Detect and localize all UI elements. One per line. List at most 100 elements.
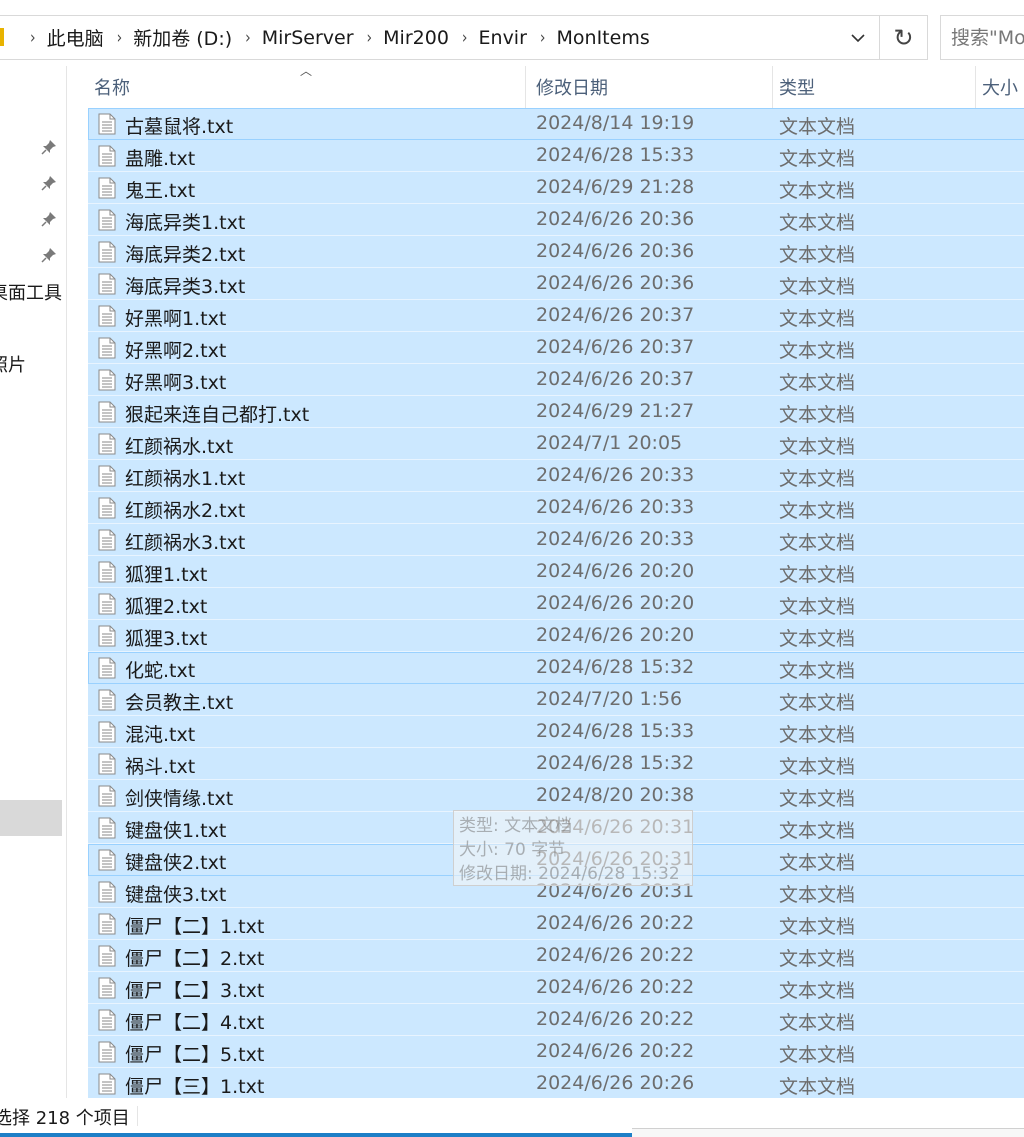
file-row[interactable]: 狐狸1.txt 2024/6/26 20:20 文本文档: [88, 556, 1024, 588]
file-row[interactable]: 鬼王.txt 2024/6/29 21:28 文本文档: [88, 172, 1024, 204]
pane-divider[interactable]: [66, 66, 67, 1098]
column-header-size-label: 大小: [982, 78, 1018, 99]
breadcrumb-chevron-icon[interactable]: ›: [367, 28, 373, 47]
file-type: 文本文档: [779, 244, 856, 266]
file-row[interactable]: 僵尸【二】1.txt 2024/6/26 20:22 文本文档: [88, 908, 1024, 940]
file-name: 僵尸【二】1.txt: [125, 916, 265, 938]
status-bar: 选择 218 个项目: [0, 1098, 1024, 1137]
text-file-icon: [98, 241, 116, 263]
file-row[interactable]: 海底异类1.txt 2024/6/26 20:36 文本文档: [88, 204, 1024, 236]
column-header-type[interactable]: 类型: [773, 66, 976, 108]
pin-icon[interactable]: [40, 210, 58, 228]
text-file-icon: [98, 113, 116, 135]
status-divider: [137, 1106, 138, 1126]
text-file-icon: [98, 657, 116, 679]
breadcrumb-item[interactable]: MonItems: [557, 27, 650, 49]
search-input[interactable]: [951, 26, 1024, 49]
file-name: 祸斗.txt: [125, 756, 196, 778]
file-name: 狐狸2.txt: [125, 596, 208, 618]
file-name: 僵尸【二】4.txt: [125, 1012, 265, 1034]
file-type: 文本文档: [779, 468, 856, 490]
file-row[interactable]: 僵尸【二】4.txt 2024/6/26 20:22 文本文档: [88, 1004, 1024, 1036]
taskbar-edge: [632, 1128, 1024, 1137]
file-row[interactable]: 红颜祸水1.txt 2024/6/26 20:33 文本文档: [88, 460, 1024, 492]
file-modified-date: 2024/6/26 20:37: [536, 368, 695, 390]
folder-icon: [0, 28, 4, 46]
file-row[interactable]: 僵尸【二】2.txt 2024/6/26 20:22 文本文档: [88, 940, 1024, 972]
breadcrumb-chevron-icon[interactable]: ›: [462, 28, 468, 47]
file-modified-date: 2024/6/26 20:22: [536, 1008, 695, 1030]
file-row[interactable]: 会员教主.txt 2024/7/20 1:56 文本文档: [88, 684, 1024, 716]
pin-icon[interactable]: [40, 174, 58, 192]
file-list-view: 名称 ︿ 修改日期 类型 大小 古墓鼠将.txt 2024/8/14 19:19 文…: [62, 66, 1024, 1098]
breadcrumb-chevron-icon[interactable]: ›: [30, 28, 36, 47]
file-modified-date: 2024/6/28 15:32: [536, 656, 695, 678]
file-row[interactable]: 僵尸【二】5.txt 2024/6/26 20:22 文本文档: [88, 1036, 1024, 1068]
file-row[interactable]: 红颜祸水.txt 2024/7/1 20:05 文本文档: [88, 428, 1024, 460]
file-row[interactable]: 化蛇.txt 2024/6/28 15:32 文本文档: [88, 652, 1024, 684]
file-type: 文本文档: [779, 820, 856, 842]
file-rows: 古墓鼠将.txt 2024/8/14 19:19 文本文档 蛊雕.txt 2024/6/…: [88, 108, 1024, 1098]
breadcrumb-chevron-icon[interactable]: ›: [117, 28, 123, 47]
file-row[interactable]: 海底异类3.txt 2024/6/26 20:36 文本文档: [88, 268, 1024, 300]
nav-item-photos[interactable]: 照片: [0, 351, 26, 377]
file-type: 文本文档: [779, 116, 856, 138]
file-row[interactable]: 混沌.txt 2024/6/28 15:33 文本文档: [88, 716, 1024, 748]
file-row[interactable]: 古墓鼠将.txt 2024/8/14 19:19 文本文档: [88, 108, 1024, 140]
refresh-button[interactable]: ↻: [880, 15, 928, 60]
column-header-date[interactable]: 修改日期: [530, 66, 773, 108]
text-file-icon: [98, 497, 116, 519]
address-bar[interactable]: › 此电脑 › 新加卷 (D:) › MirServer › Mir200 › Envir › Mon…: [0, 15, 880, 60]
nav-item-selected[interactable]: [0, 800, 62, 836]
chevron-down-icon[interactable]: [847, 27, 869, 49]
column-header-size[interactable]: 大小: [976, 66, 1024, 108]
nav-item-desktop-tools[interactable]: 桌面工具: [0, 279, 62, 305]
file-type: 文本文档: [779, 1012, 856, 1034]
file-row[interactable]: 红颜祸水2.txt 2024/6/26 20:33 文本文档: [88, 492, 1024, 524]
file-row[interactable]: 狐狸2.txt 2024/6/26 20:20 文本文档: [88, 588, 1024, 620]
file-row[interactable]: 键盘侠3.txt 2024/6/26 20:31 文本文档: [88, 876, 1024, 908]
file-name: 红颜祸水.txt: [125, 436, 234, 458]
text-file-icon: [98, 209, 116, 231]
file-row[interactable]: 僵尸【二】3.txt 2024/6/26 20:22 文本文档: [88, 972, 1024, 1004]
breadcrumb-item[interactable]: Mir200: [383, 27, 449, 49]
file-type: 文本文档: [779, 628, 856, 650]
breadcrumb-item[interactable]: MirServer: [262, 27, 354, 49]
file-name: 会员教主.txt: [125, 692, 234, 714]
file-modified-date: 2024/6/26 20:20: [536, 560, 695, 582]
file-type: 文本文档: [779, 756, 856, 778]
file-row[interactable]: 蛊雕.txt 2024/6/28 15:33 文本文档: [88, 140, 1024, 172]
file-name: 海底异类1.txt: [125, 212, 246, 234]
breadcrumb-item[interactable]: Envir: [479, 27, 527, 49]
file-row[interactable]: 僵尸【三】1.txt 2024/6/26 20:26 文本文档: [88, 1068, 1024, 1098]
file-name: 红颜祸水3.txt: [125, 532, 246, 554]
file-modified-date: 2024/6/28 15:32: [536, 752, 695, 774]
file-modified-date: 2024/6/26 20:36: [536, 208, 695, 230]
file-row[interactable]: 剑侠情缘.txt 2024/8/20 20:38 文本文档: [88, 780, 1024, 812]
text-file-icon: [98, 337, 116, 359]
navigation-pane: 桌面工具 照片: [0, 66, 62, 1096]
breadcrumb-item[interactable]: 此电脑: [47, 24, 104, 51]
file-row[interactable]: 狠起来连自己都打.txt 2024/6/29 21:27 文本文档: [88, 396, 1024, 428]
file-row[interactable]: 好黑啊1.txt 2024/6/26 20:37 文本文档: [88, 300, 1024, 332]
file-row[interactable]: 狐狸3.txt 2024/6/26 20:20 文本文档: [88, 620, 1024, 652]
file-row[interactable]: 红颜祸水3.txt 2024/6/26 20:33 文本文档: [88, 524, 1024, 556]
file-row[interactable]: 键盘侠1.txt 2024/6/26 20:31 文本文档: [88, 812, 1024, 844]
file-row[interactable]: 祸斗.txt 2024/6/28 15:32 文本文档: [88, 748, 1024, 780]
pin-icon[interactable]: [40, 246, 58, 264]
file-row[interactable]: 键盘侠2.txt 2024/6/26 20:31 文本文档: [88, 844, 1024, 876]
selection-count: 选择 218 个项目: [0, 1108, 130, 1129]
file-name: 海底异类3.txt: [125, 276, 246, 298]
file-row[interactable]: 好黑啊3.txt 2024/6/26 20:37 文本文档: [88, 364, 1024, 396]
text-file-icon: [98, 849, 116, 871]
breadcrumb-chevron-icon[interactable]: ›: [540, 28, 546, 47]
file-row[interactable]: 好黑啊2.txt 2024/6/26 20:37 文本文档: [88, 332, 1024, 364]
breadcrumb-item[interactable]: 新加卷 (D:): [133, 24, 232, 51]
text-file-icon: [98, 305, 116, 327]
pin-icon[interactable]: [40, 138, 58, 156]
search-box[interactable]: [940, 15, 1024, 60]
breadcrumb-chevron-icon[interactable]: ›: [245, 28, 251, 47]
text-file-icon: [98, 369, 116, 391]
file-row[interactable]: 海底异类2.txt 2024/6/26 20:36 文本文档: [88, 236, 1024, 268]
file-modified-date: 2024/6/26 20:22: [536, 912, 695, 934]
